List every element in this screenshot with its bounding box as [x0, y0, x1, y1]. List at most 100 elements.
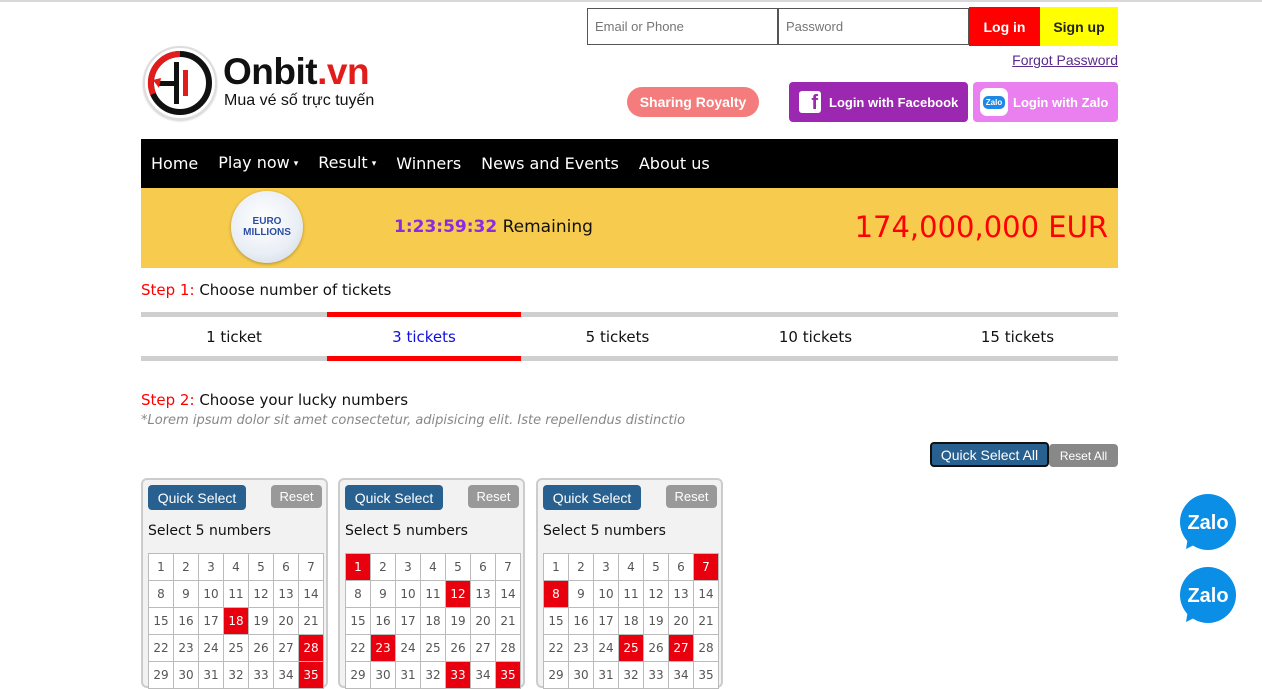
number-cell[interactable]: 14	[299, 581, 323, 607]
quick-select-button[interactable]: Quick Select	[345, 485, 443, 510]
number-cell[interactable]: 5	[644, 554, 668, 580]
number-cell[interactable]: 18	[619, 608, 643, 634]
number-cell[interactable]: 30	[174, 662, 198, 688]
signup-button[interactable]: Sign up	[1040, 7, 1118, 46]
number-cell[interactable]: 22	[346, 635, 370, 661]
number-cell[interactable]: 30	[569, 662, 593, 688]
number-cell[interactable]: 26	[446, 635, 470, 661]
number-cell[interactable]: 18	[421, 608, 445, 634]
number-cell[interactable]: 23	[174, 635, 198, 661]
zalo-chat-bubble-icon[interactable]: Zalo	[1178, 493, 1238, 553]
number-cell[interactable]: 8	[346, 581, 370, 607]
tab-3-tickets[interactable]: 3 tickets	[327, 312, 521, 361]
site-logo[interactable]: Onbit.vn Mua vé số trực tuyến	[143, 46, 393, 120]
tab-15-tickets[interactable]: 15 tickets	[917, 312, 1118, 361]
number-cell[interactable]: 35	[694, 662, 718, 688]
number-cell[interactable]: 32	[224, 662, 248, 688]
number-cell[interactable]: 19	[249, 608, 273, 634]
number-cell[interactable]: 33	[446, 662, 470, 688]
number-cell[interactable]: 30	[371, 662, 395, 688]
number-cell[interactable]: 27	[669, 635, 693, 661]
number-cell[interactable]: 11	[619, 581, 643, 607]
number-cell[interactable]: 7	[496, 554, 520, 580]
number-cell[interactable]: 8	[544, 581, 568, 607]
number-cell[interactable]: 35	[299, 662, 323, 688]
login-button[interactable]: Log in	[969, 7, 1040, 46]
number-cell[interactable]: 10	[199, 581, 223, 607]
sharing-royalty-button[interactable]: Sharing Royalty	[627, 87, 759, 117]
tab-1-ticket[interactable]: 1 ticket	[141, 312, 327, 361]
number-cell[interactable]: 25	[421, 635, 445, 661]
number-cell[interactable]: 17	[396, 608, 420, 634]
number-cell[interactable]: 13	[471, 581, 495, 607]
number-cell[interactable]: 5	[249, 554, 273, 580]
nav-winners[interactable]: Winners	[386, 139, 471, 188]
number-cell[interactable]: 11	[421, 581, 445, 607]
number-cell[interactable]: 11	[224, 581, 248, 607]
number-cell[interactable]: 16	[174, 608, 198, 634]
number-cell[interactable]: 27	[274, 635, 298, 661]
number-cell[interactable]: 24	[199, 635, 223, 661]
number-cell[interactable]: 23	[371, 635, 395, 661]
zalo-chat-bubble-icon[interactable]: Zalo	[1178, 566, 1238, 626]
number-cell[interactable]: 4	[619, 554, 643, 580]
number-cell[interactable]: 9	[174, 581, 198, 607]
number-cell[interactable]: 19	[446, 608, 470, 634]
number-cell[interactable]: 33	[644, 662, 668, 688]
number-cell[interactable]: 34	[274, 662, 298, 688]
quick-select-button[interactable]: Quick Select	[148, 485, 246, 510]
number-cell[interactable]: 32	[421, 662, 445, 688]
number-cell[interactable]: 26	[249, 635, 273, 661]
number-cell[interactable]: 18	[224, 608, 248, 634]
number-cell[interactable]: 16	[371, 608, 395, 634]
number-cell[interactable]: 35	[496, 662, 520, 688]
number-cell[interactable]: 28	[694, 635, 718, 661]
number-cell[interactable]: 31	[199, 662, 223, 688]
number-cell[interactable]: 2	[569, 554, 593, 580]
number-cell[interactable]: 31	[396, 662, 420, 688]
number-cell[interactable]: 1	[346, 554, 370, 580]
number-cell[interactable]: 6	[471, 554, 495, 580]
number-cell[interactable]: 14	[496, 581, 520, 607]
login-facebook-button[interactable]: f Login with Facebook	[789, 82, 968, 122]
reset-button[interactable]: Reset	[666, 485, 717, 508]
number-cell[interactable]: 6	[669, 554, 693, 580]
nav-news-events[interactable]: News and Events	[471, 139, 629, 188]
number-cell[interactable]: 15	[544, 608, 568, 634]
number-cell[interactable]: 19	[644, 608, 668, 634]
quick-select-button[interactable]: Quick Select	[543, 485, 641, 510]
number-cell[interactable]: 9	[569, 581, 593, 607]
number-cell[interactable]: 27	[471, 635, 495, 661]
number-cell[interactable]: 28	[299, 635, 323, 661]
forgot-password-link[interactable]: Forgot Password	[1012, 52, 1118, 68]
number-cell[interactable]: 4	[224, 554, 248, 580]
number-cell[interactable]: 13	[669, 581, 693, 607]
number-cell[interactable]: 34	[669, 662, 693, 688]
number-cell[interactable]: 29	[544, 662, 568, 688]
number-cell[interactable]: 13	[274, 581, 298, 607]
number-cell[interactable]: 16	[569, 608, 593, 634]
number-cell[interactable]: 33	[249, 662, 273, 688]
number-cell[interactable]: 2	[174, 554, 198, 580]
number-cell[interactable]: 14	[694, 581, 718, 607]
number-cell[interactable]: 24	[594, 635, 618, 661]
number-cell[interactable]: 31	[594, 662, 618, 688]
reset-all-button[interactable]: Reset All	[1049, 444, 1118, 467]
number-cell[interactable]: 6	[274, 554, 298, 580]
number-cell[interactable]: 29	[346, 662, 370, 688]
number-cell[interactable]: 15	[346, 608, 370, 634]
number-cell[interactable]: 3	[396, 554, 420, 580]
number-cell[interactable]: 22	[544, 635, 568, 661]
number-cell[interactable]: 23	[569, 635, 593, 661]
number-cell[interactable]: 17	[199, 608, 223, 634]
number-cell[interactable]: 12	[644, 581, 668, 607]
number-cell[interactable]: 29	[149, 662, 173, 688]
number-cell[interactable]: 32	[619, 662, 643, 688]
nav-home[interactable]: Home	[141, 139, 208, 188]
reset-button[interactable]: Reset	[468, 485, 519, 508]
quick-select-all-button[interactable]: Quick Select All	[930, 442, 1049, 467]
number-cell[interactable]: 21	[299, 608, 323, 634]
number-cell[interactable]: 21	[694, 608, 718, 634]
number-cell[interactable]: 24	[396, 635, 420, 661]
login-zalo-button[interactable]: Zalo Login with Zalo	[973, 82, 1118, 122]
